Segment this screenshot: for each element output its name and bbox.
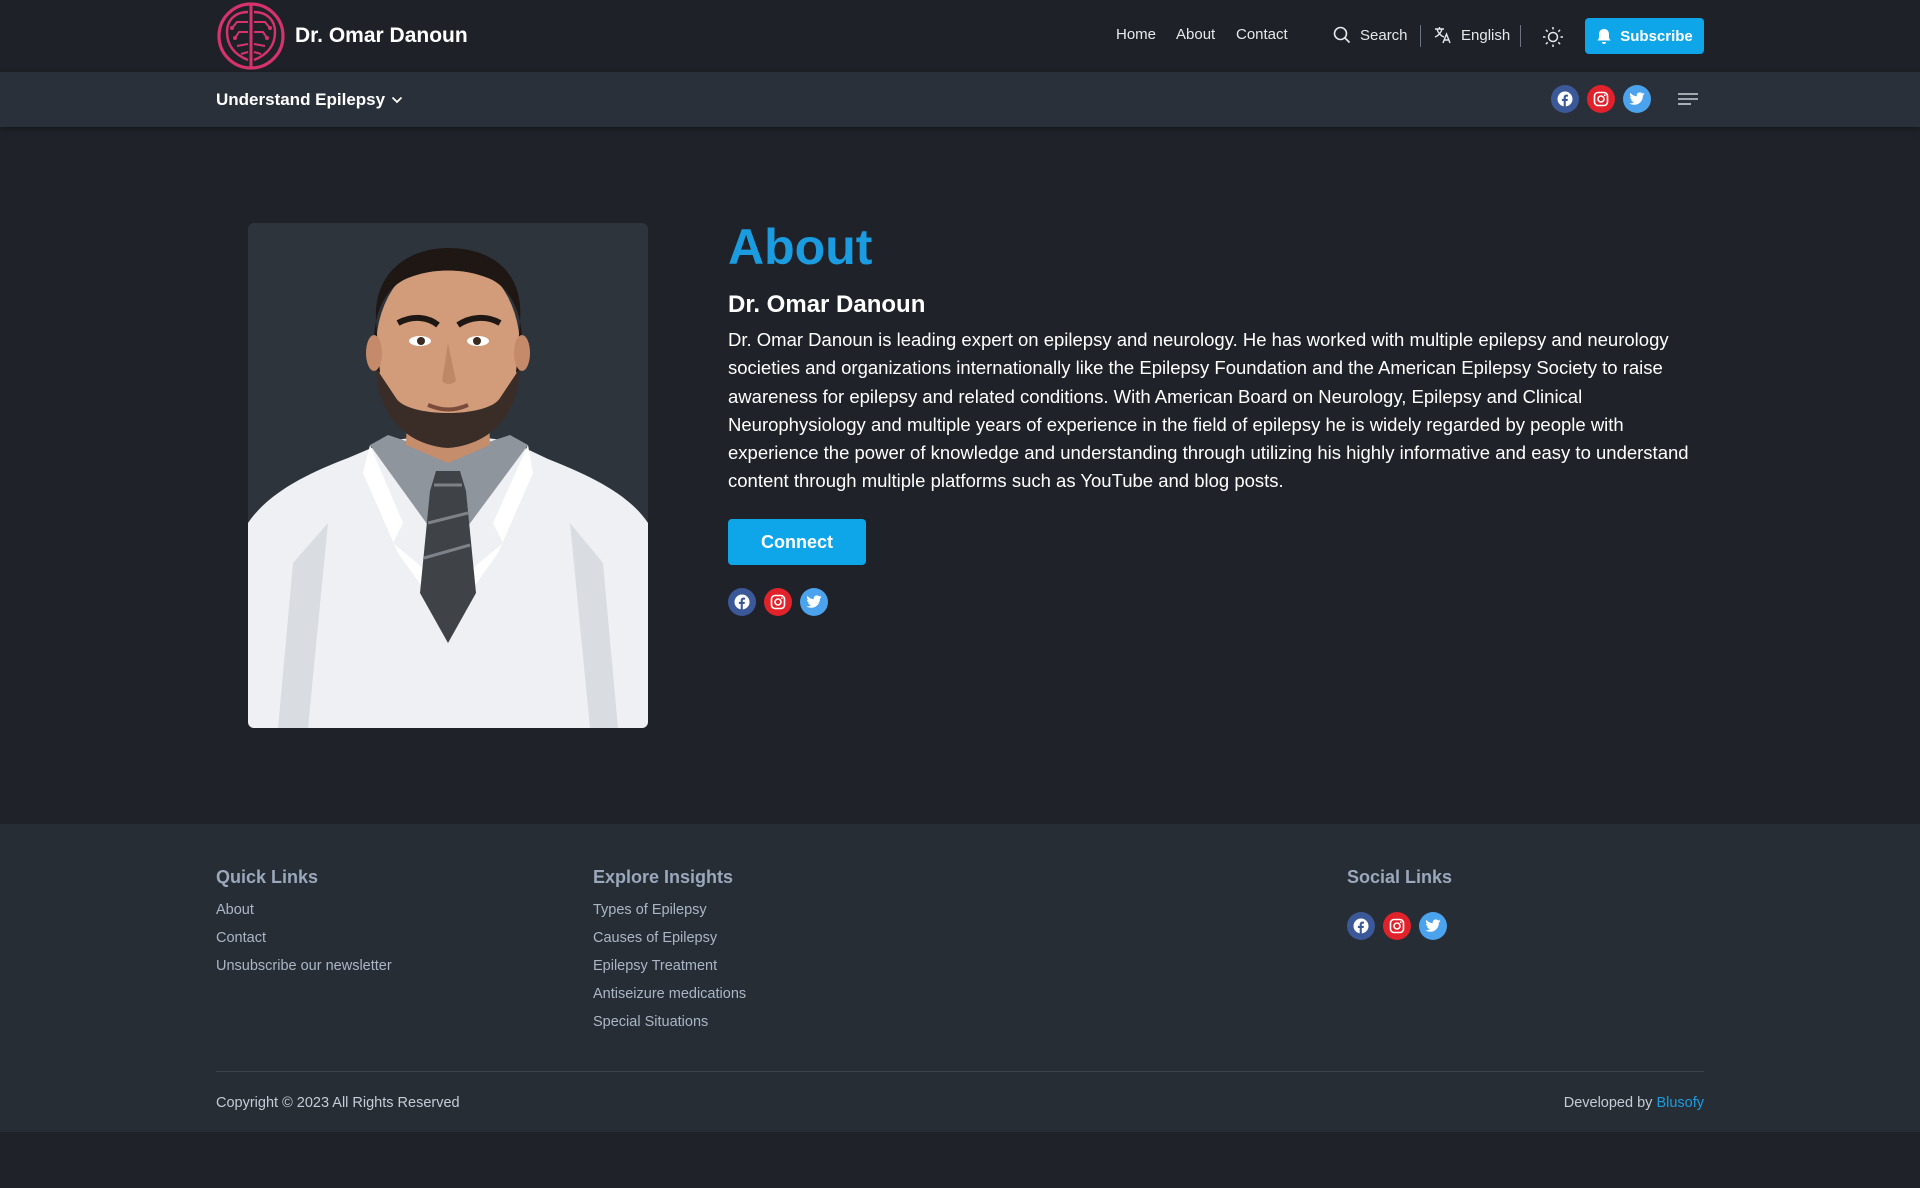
bell-icon <box>1597 28 1611 44</box>
about-social-links <box>728 588 828 616</box>
about-bio: Dr. Omar Danoun is leading expert on epi… <box>728 329 1689 492</box>
facebook-icon[interactable] <box>1551 85 1579 113</box>
footer-link-about[interactable]: About <box>216 902 254 918</box>
facebook-icon[interactable] <box>1347 912 1375 940</box>
footer-divider <box>216 1071 1704 1072</box>
footer-social-links <box>1347 912 1447 940</box>
language-label: English <box>1461 26 1511 44</box>
developer-credit: Developed by Blusofy <box>1564 1095 1704 1111</box>
quick-links-heading: Quick Links <box>216 867 319 887</box>
search-icon <box>1333 26 1351 44</box>
header-social-links <box>1551 85 1651 113</box>
copyright-text: Copyright © 2023 All Rights Reserved <box>216 1095 460 1111</box>
twitter-icon[interactable] <box>1623 85 1651 113</box>
instagram-icon[interactable] <box>1587 85 1615 113</box>
twitter-icon[interactable] <box>800 588 828 616</box>
doctor-portrait <box>248 223 648 728</box>
nav-link-home[interactable]: Home <box>1116 26 1156 43</box>
footer-link-treatment[interactable]: Epilepsy Treatment <box>593 958 717 974</box>
site-title: Dr. Omar Danoun <box>295 24 468 47</box>
instagram-icon[interactable] <box>764 588 792 616</box>
search-button[interactable]: Search <box>1333 26 1408 44</box>
subscribe-label: Subscribe <box>1620 27 1693 45</box>
footer-link-causes[interactable]: Causes of Epilepsy <box>593 930 717 946</box>
divider <box>1520 25 1521 47</box>
social-links-heading: Social Links <box>1347 867 1453 887</box>
doctor-name: Dr. Omar Danoun <box>728 291 926 318</box>
instagram-icon[interactable] <box>1383 912 1411 940</box>
explore-insights-heading: Explore Insights <box>593 867 734 887</box>
facebook-icon[interactable] <box>728 588 756 616</box>
footer-link-unsubscribe[interactable]: Unsubscribe our newsletter <box>216 958 392 974</box>
page-bottom <box>0 1132 1920 1188</box>
translate-icon <box>1434 27 1451 44</box>
connect-button[interactable]: Connect <box>728 519 866 565</box>
sun-icon[interactable] <box>1542 26 1564 48</box>
footer-link-types[interactable]: Types of Epilepsy <box>593 902 707 918</box>
understand-epilepsy-dropdown[interactable]: Understand Epilepsy <box>216 90 403 110</box>
nav-link-about[interactable]: About <box>1176 26 1215 43</box>
language-selector[interactable]: English <box>1434 26 1510 44</box>
search-label: Search <box>1360 26 1408 44</box>
about-heading: About <box>728 219 873 275</box>
footer-link-special[interactable]: Special Situations <box>593 1014 708 1030</box>
brand[interactable]: Dr. Omar Danoun <box>215 2 468 70</box>
developed-by-label: Developed by <box>1563 1095 1653 1111</box>
developer-link[interactable]: Blusofy <box>1656 1095 1704 1111</box>
subscribe-button[interactable]: Subscribe <box>1585 18 1704 54</box>
brain-icon <box>217 2 285 70</box>
understand-epilepsy-label: Understand Epilepsy <box>216 90 386 109</box>
chevron-down-icon <box>391 96 403 104</box>
footer-link-medications[interactable]: Antiseizure medications <box>593 986 746 1002</box>
footer-link-contact[interactable]: Contact <box>216 930 266 946</box>
hamburger-menu-icon[interactable] <box>1677 91 1699 107</box>
twitter-icon[interactable] <box>1419 912 1447 940</box>
divider <box>1420 25 1421 47</box>
nav-link-contact[interactable]: Contact <box>1236 26 1288 43</box>
